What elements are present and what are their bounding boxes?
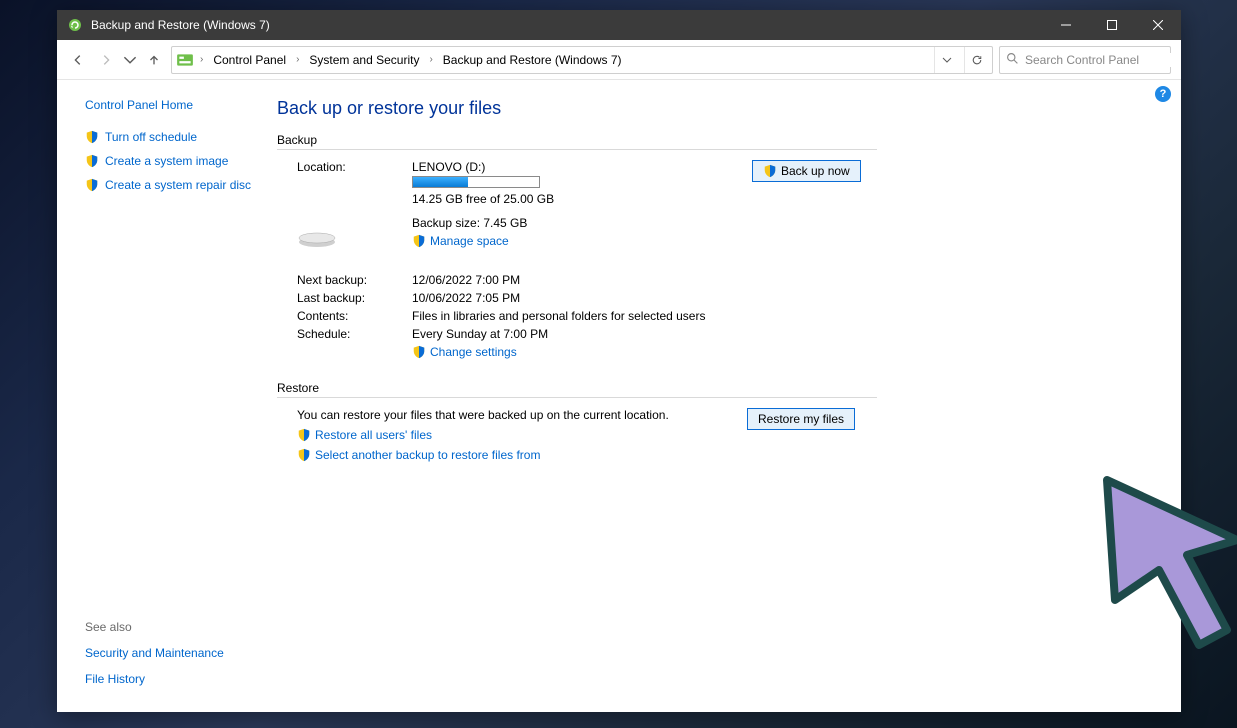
shield-icon (412, 234, 426, 248)
address-bar[interactable]: › Control Panel › System and Security › … (171, 46, 993, 74)
window-root: Backup and Restore (Windows 7) (57, 10, 1181, 712)
restore-section: Restore You can restore your files that … (277, 381, 1157, 462)
sidebar-create-repair-disc[interactable]: Create a system repair disc (85, 178, 253, 192)
breadcrumb-backup-restore[interactable]: Backup and Restore (Windows 7) (439, 51, 626, 69)
search-icon (1006, 52, 1019, 68)
shield-icon (85, 154, 99, 168)
disk-free-text: 14.25 GB free of 25.00 GB (412, 192, 752, 206)
body: ? Control Panel Home Turn off schedule C… (57, 80, 1181, 712)
nav-forward-button[interactable] (95, 49, 117, 71)
schedule-value: Every Sunday at 7:00 PM (412, 327, 752, 341)
next-backup-value: 12/06/2022 7:00 PM (412, 273, 752, 287)
last-backup-value: 10/06/2022 7:05 PM (412, 291, 752, 305)
search-box[interactable] (999, 46, 1171, 74)
location-label: Location: (297, 160, 412, 174)
search-input[interactable] (1025, 53, 1180, 67)
contents-label: Contents: (297, 309, 412, 323)
backup-now-button[interactable]: Back up now (752, 160, 861, 182)
shield-icon (412, 345, 426, 359)
nav-recent-dropdown[interactable] (123, 49, 137, 71)
manage-space-link[interactable]: Manage space (412, 234, 752, 248)
backup-size-text: Backup size: 7.45 GB (412, 216, 752, 230)
backup-now-label: Back up now (781, 164, 850, 178)
breadcrumb-control-panel[interactable]: Control Panel (209, 51, 290, 69)
contents-value: Files in libraries and personal folders … (412, 309, 752, 323)
minimize-button[interactable] (1043, 10, 1089, 40)
backup-section: Backup Location: LENOVO (D:) 14.25 GB fr… (277, 133, 1157, 359)
disk-usage-bar (412, 176, 540, 188)
control-panel-icon (176, 51, 194, 69)
backup-section-header: Backup (277, 133, 877, 150)
see-also-file-history[interactable]: File History (85, 672, 253, 686)
chevron-right-icon: › (429, 54, 432, 65)
main-content: Back up or restore your files Backup Loc… (267, 80, 1181, 712)
window-title: Backup and Restore (Windows 7) (91, 18, 270, 32)
sidebar-turn-off-schedule[interactable]: Turn off schedule (85, 130, 253, 144)
shield-icon (297, 428, 311, 442)
close-button[interactable] (1135, 10, 1181, 40)
location-value: LENOVO (D:) (412, 160, 752, 174)
maximize-button[interactable] (1089, 10, 1135, 40)
change-settings-link[interactable]: Change settings (412, 345, 752, 359)
restore-all-users-label: Restore all users' files (315, 428, 432, 442)
shield-icon (85, 130, 99, 144)
manage-space-label: Manage space (430, 234, 509, 248)
shield-icon (763, 164, 777, 178)
breadcrumb-system-security[interactable]: System and Security (305, 51, 423, 69)
chevron-right-icon: › (296, 54, 299, 65)
cursor-arrow-overlay (1087, 470, 1237, 650)
help-icon[interactable]: ? (1155, 86, 1171, 102)
shield-icon (297, 448, 311, 462)
see-also-header: See also (85, 620, 253, 634)
nav-back-button[interactable] (67, 49, 89, 71)
refresh-button[interactable] (964, 47, 988, 73)
sidebar-item-label: Create a system repair disc (105, 178, 251, 192)
nav-up-button[interactable] (143, 49, 165, 71)
backup-restore-app-icon (67, 17, 83, 33)
restore-my-files-label: Restore my files (758, 412, 844, 426)
disk-icon (297, 210, 412, 251)
schedule-label: Schedule: (297, 327, 412, 341)
sidebar: Control Panel Home Turn off schedule Cre… (57, 80, 267, 712)
address-history-dropdown[interactable] (934, 47, 958, 73)
see-also-security-maintenance[interactable]: Security and Maintenance (85, 646, 253, 660)
next-backup-label: Next backup: (297, 273, 412, 287)
restore-section-header: Restore (277, 381, 877, 398)
restore-all-users-link[interactable]: Restore all users' files (297, 428, 727, 442)
chevron-right-icon: › (200, 54, 203, 65)
sidebar-create-system-image[interactable]: Create a system image (85, 154, 253, 168)
page-title: Back up or restore your files (277, 98, 1157, 119)
last-backup-label: Last backup: (297, 291, 412, 305)
sidebar-item-label: Create a system image (105, 154, 228, 168)
nav-row: › Control Panel › System and Security › … (57, 40, 1181, 80)
change-settings-label: Change settings (430, 345, 517, 359)
titlebar: Backup and Restore (Windows 7) (57, 10, 1181, 40)
sidebar-item-label: Turn off schedule (105, 130, 197, 144)
restore-my-files-button[interactable]: Restore my files (747, 408, 855, 430)
select-another-backup-link[interactable]: Select another backup to restore files f… (297, 448, 727, 462)
shield-icon (85, 178, 99, 192)
restore-description: You can restore your files that were bac… (297, 408, 727, 422)
select-another-backup-label: Select another backup to restore files f… (315, 448, 540, 462)
control-panel-home-link[interactable]: Control Panel Home (85, 98, 253, 112)
